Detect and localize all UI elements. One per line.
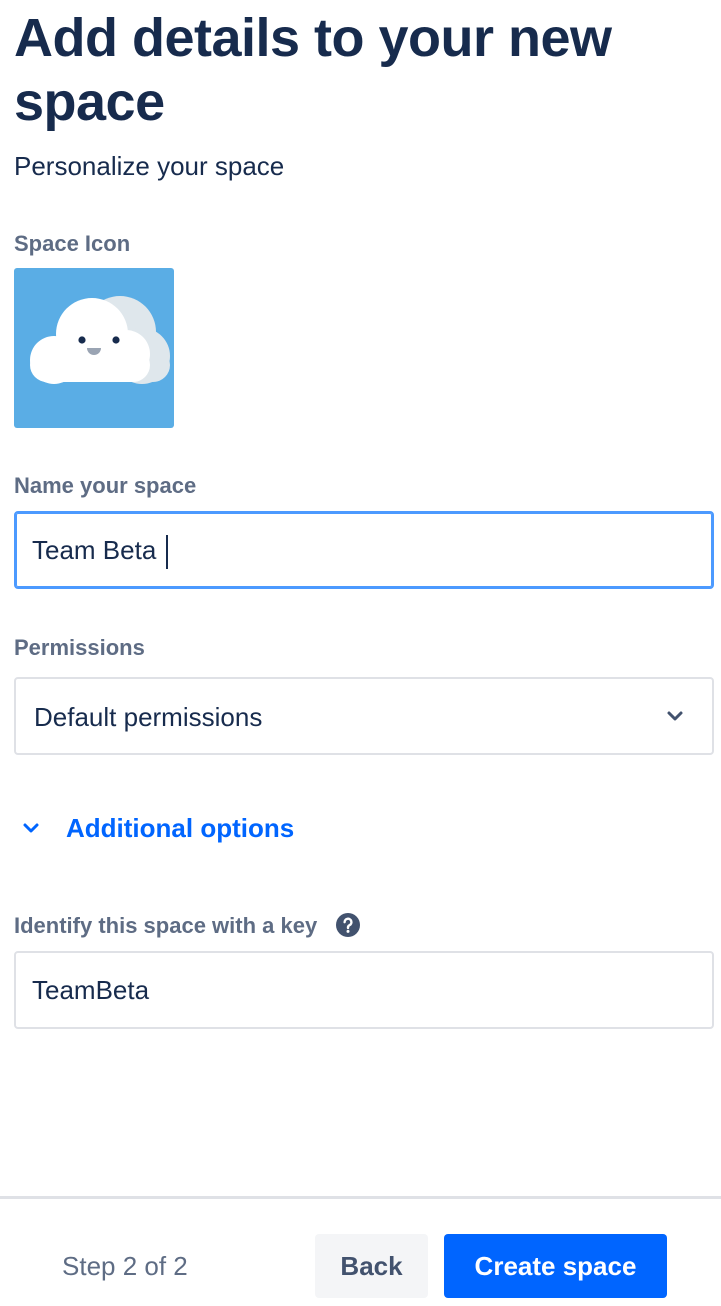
additional-options-label: Additional options (66, 813, 295, 843)
permissions-select[interactable]: Default permissions (14, 677, 714, 755)
permissions-label: Permissions (14, 635, 145, 660)
chevron-down-icon (23, 823, 39, 833)
smiling-cloud-icon (30, 296, 170, 384)
back-button[interactable]: Back (315, 1234, 428, 1298)
help-icon[interactable] (335, 912, 361, 938)
permissions-selected-value: Default permissions (34, 702, 263, 732)
space-icon-picker[interactable] (14, 268, 174, 428)
space-name-field[interactable] (14, 511, 714, 589)
page-title: Add details to your new space (14, 8, 612, 132)
text-caret (166, 535, 168, 569)
space-key-label-row: Identify this space with a key (14, 912, 361, 940)
space-key-field[interactable] (14, 951, 714, 1029)
space-key-label: Identify this space with a key (14, 913, 318, 938)
chevron-down-icon (667, 711, 683, 721)
name-field-label: Name your space (14, 473, 197, 498)
space-key-input[interactable] (16, 953, 712, 1027)
page-subtitle: Personalize your space (14, 151, 285, 181)
space-name-input[interactable] (16, 513, 712, 587)
additional-options-toggle[interactable]: Additional options (20, 808, 294, 848)
step-indicator: Step 2 of 2 (62, 1251, 188, 1281)
space-icon-label: Space Icon (14, 231, 131, 256)
create-space-dialog: Add details to your new space Personaliz… (0, 0, 721, 1306)
footer-divider (0, 1196, 721, 1199)
create-space-button[interactable]: Create space (444, 1234, 667, 1298)
